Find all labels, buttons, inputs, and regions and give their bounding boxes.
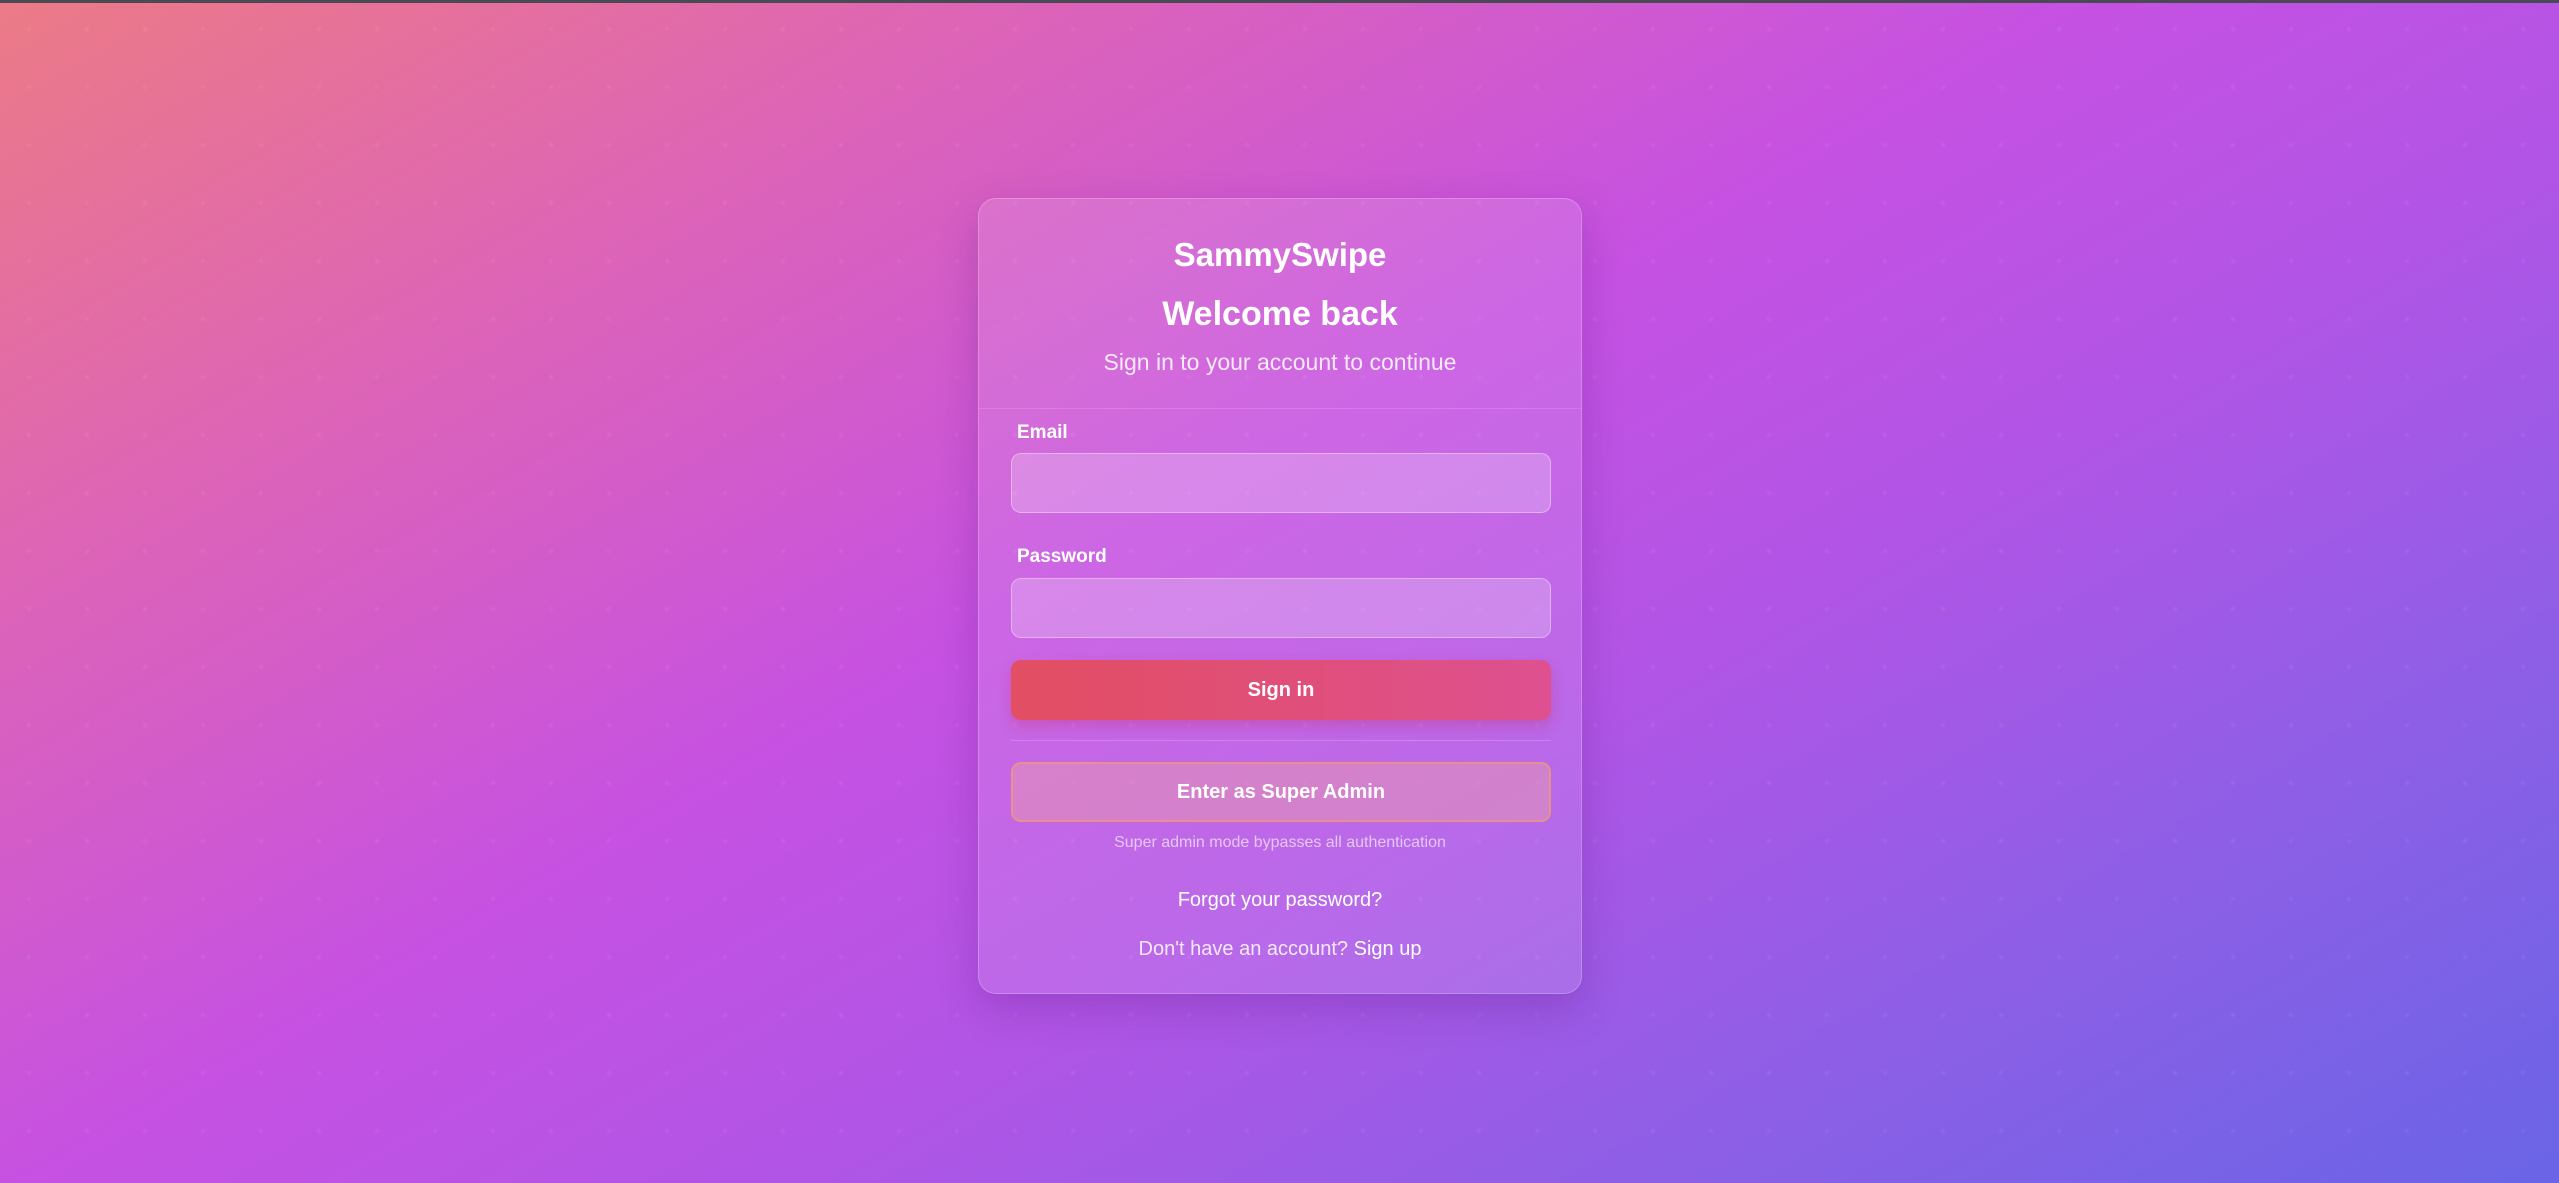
forgot-password-link[interactable]: Forgot your password? [1178, 889, 1383, 911]
divider [1011, 740, 1551, 741]
signup-prompt: Don't have an account? [1138, 938, 1354, 960]
super-admin-note: Super admin mode bypasses all authentica… [1114, 834, 1446, 851]
page-subtitle: Sign in to your account to continue [1103, 349, 1457, 375]
login-card: SammySwipe Welcome back Sign in to your … [978, 198, 1582, 994]
super-admin-button[interactable]: Enter as Super Admin [1011, 762, 1551, 822]
window-top-border [0, 0, 2559, 3]
password-label: Password [1017, 546, 1107, 567]
signup-row: Don't have an account? Sign up [979, 936, 1581, 962]
email-label: Email [1017, 422, 1068, 443]
forgot-password-row: Forgot your password? [979, 887, 1581, 913]
brand-name: SammySwipe [1173, 236, 1387, 273]
sign-in-button[interactable]: Sign in [1011, 660, 1551, 720]
page-title: Welcome back [1162, 295, 1398, 333]
email-field[interactable] [1011, 453, 1551, 513]
login-card-header: SammySwipe Welcome back Sign in to your … [979, 199, 1581, 409]
sign-up-link[interactable]: Sign up [1354, 938, 1422, 960]
password-field[interactable] [1011, 578, 1551, 638]
